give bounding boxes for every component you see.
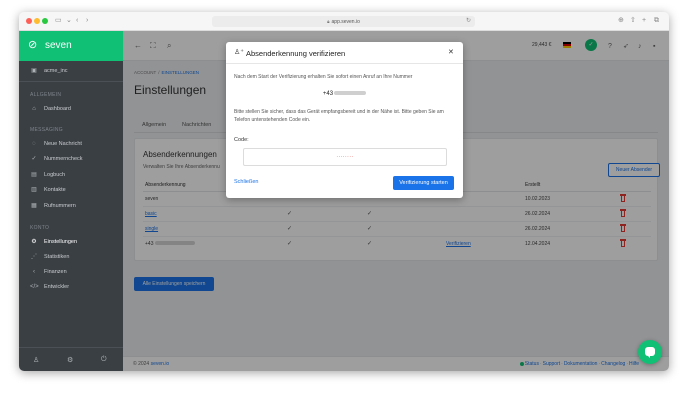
- sidebar-bottom-bar: ♙ ⚙︎ ⏻: [19, 356, 123, 368]
- close-window-button[interactable]: [26, 18, 32, 24]
- finance-icon: ‹: [33, 269, 35, 275]
- start-verification-button[interactable]: Verifizierung starten: [393, 176, 454, 190]
- back-icon[interactable]: ‹: [76, 16, 78, 26]
- message-icon: ◌: [32, 141, 36, 147]
- sidebar-item-contacts[interactable]: ▥ Kontakte: [19, 184, 123, 196]
- browser-toolbar: ▭ ⌄ ‹ › 🔒︎ app.seven.io ↻ ⊕ ⇧ + ⧉: [19, 12, 669, 31]
- sidebar-item-number-check[interactable]: ✓ Nummerncheck: [19, 153, 123, 165]
- settings-icon[interactable]: ⚙︎: [67, 356, 73, 364]
- section-account: KONTO: [30, 225, 50, 231]
- sidebar-item-settings[interactable]: ⚙︎ Einstellungen: [19, 236, 123, 248]
- sidebar-item-dashboard[interactable]: ⌂ Dashboard: [19, 103, 123, 115]
- sidebar-toggle-icon[interactable]: ▭: [55, 16, 62, 26]
- sidebar-item-logbook[interactable]: ▤ Logbuch: [19, 169, 123, 181]
- new-tab-icon[interactable]: +: [642, 16, 646, 26]
- chat-widget-button[interactable]: [638, 340, 662, 364]
- phone-number: +43: [226, 91, 463, 97]
- code-icon: </>: [30, 284, 39, 290]
- gear-icon: ⚙︎: [31, 239, 37, 245]
- address-bar[interactable]: 🔒︎ app.seven.io ↻: [212, 16, 475, 27]
- brand-header[interactable]: ⊘ seven: [19, 31, 123, 61]
- divider: [19, 347, 123, 348]
- account-name: acme_inc: [44, 68, 68, 74]
- sidebar-item-statistics[interactable]: ⋰ Statistiken: [19, 251, 123, 263]
- url-text: app.seven.io: [331, 19, 360, 25]
- chevron-down-icon[interactable]: ⌄: [66, 16, 72, 26]
- close-icon[interactable]: ✕: [448, 48, 454, 56]
- sidebar-item-numbers[interactable]: ▦ Rufnummern: [19, 200, 123, 212]
- sidebar: ⊘ seven ▣ acme_inc ALLGEMEIN ⌂ Dashboard…: [19, 31, 123, 371]
- section-general: ALLGEMEIN: [30, 92, 62, 98]
- lock-icon: 🔒︎: [327, 19, 330, 24]
- chart-icon: ⋰: [31, 254, 37, 260]
- maximize-window-button[interactable]: [42, 18, 48, 24]
- download-icon[interactable]: ⊕: [618, 16, 624, 26]
- account-selector[interactable]: ▣ acme_inc: [19, 65, 123, 77]
- forward-icon[interactable]: ›: [86, 16, 88, 26]
- add-user-icon: ♙⁺: [234, 49, 244, 56]
- divider: [19, 81, 123, 82]
- modal-instructions: Nach dem Start der Verifizierung erhalte…: [234, 74, 413, 80]
- section-messaging: MESSAGING: [30, 127, 63, 133]
- minimize-window-button[interactable]: [34, 18, 40, 24]
- tab-overview-icon[interactable]: ⧉: [654, 16, 659, 26]
- code-label: Code:: [234, 137, 249, 143]
- reload-icon[interactable]: ↻: [466, 16, 471, 27]
- contacts-icon: ▥: [31, 187, 37, 193]
- user-icon[interactable]: ♙: [33, 356, 39, 364]
- brand-name: seven: [45, 40, 72, 51]
- sidebar-item-new-message[interactable]: ◌ Neue Nachricht: [19, 138, 123, 150]
- modal-title: Absenderkennung verifizieren: [246, 49, 346, 58]
- redacted-number: [334, 91, 367, 95]
- close-button[interactable]: Schließen: [234, 179, 258, 185]
- home-icon: ⌂: [32, 106, 36, 112]
- sidebar-item-developer[interactable]: </> Entwickler: [19, 281, 123, 293]
- account-icon: ▣: [31, 68, 37, 74]
- code-field[interactable]: ········: [243, 148, 447, 166]
- share-icon[interactable]: ⇧: [630, 16, 636, 26]
- book-icon: ▤: [31, 172, 37, 178]
- verify-sender-modal: ♙⁺ Absenderkennung verifizieren ✕ Nach d…: [226, 42, 463, 198]
- chat-icon: [645, 347, 655, 358]
- sidebar-item-finance[interactable]: ‹ Finanzen: [19, 266, 123, 278]
- logout-icon[interactable]: ⏻: [101, 356, 107, 364]
- check-icon: ✓: [31, 156, 37, 162]
- modal-header: ♙⁺ Absenderkennung verifizieren ✕: [226, 42, 463, 64]
- modal-notice: Bitte stellen Sie sicher, dass das Gerät…: [234, 109, 444, 123]
- phone-icon: ▦: [31, 203, 37, 209]
- seven-logo-icon: ⊘: [28, 39, 38, 51]
